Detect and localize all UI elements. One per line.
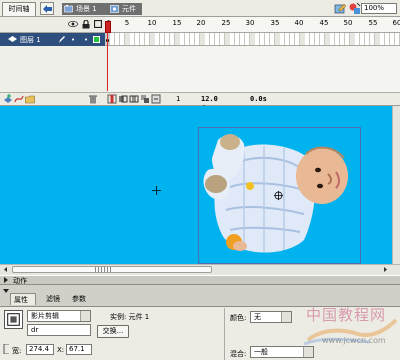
constrain-lock-icon[interactable] (3, 344, 10, 354)
expand-arrow-icon[interactable] (4, 277, 8, 283)
onion-skin-outlines-icon[interactable] (129, 94, 139, 104)
layer-row[interactable]: 图层 1 • • (0, 33, 105, 46)
ruler-tick-label: 20 (196, 19, 206, 27)
timeline-tab[interactable]: 时间轴 (2, 2, 36, 16)
ruler-tick-label: 35 (270, 19, 280, 27)
elapsed-time: 0.0s (247, 94, 269, 104)
scroll-grip (95, 267, 112, 272)
instance-name-input[interactable]: dr (27, 324, 91, 336)
ruler-tick-label: 30 (245, 19, 255, 27)
insert-folder-icon[interactable] (25, 94, 35, 104)
x-label: X: (57, 346, 65, 354)
ruler-tick-label: 40 (294, 19, 304, 27)
layer-header (0, 17, 105, 33)
back-arrow-icon (43, 5, 52, 13)
color-label: 颜色: (230, 314, 247, 322)
edit-symbol-icon[interactable] (348, 2, 361, 15)
actions-panel-title: 动作 (13, 277, 27, 285)
onion-skin-icon[interactable] (118, 94, 128, 104)
actions-panel-header[interactable] (0, 275, 400, 285)
insert-layer-icon[interactable] (3, 94, 13, 104)
pencil-icon (59, 36, 65, 43)
width-label: 宽: (12, 347, 22, 355)
ruler-tick-label: 45 (319, 19, 329, 27)
watermark-text: 中国教程网 (306, 306, 387, 324)
ruler-tick-label: 55 (368, 19, 378, 27)
x-input[interactable]: 67.1 (66, 344, 92, 355)
symbol-type-select[interactable]: 影片剪辑 (27, 310, 91, 322)
back-button[interactable] (40, 2, 54, 15)
instance-of-label: 实例: 元件 1 (110, 313, 150, 321)
chevron-down-icon (80, 311, 90, 321)
layer-list-empty (0, 46, 105, 92)
movieclip-icon (110, 5, 119, 13)
scroll-right-icon[interactable] (382, 266, 389, 273)
color-effect-select[interactable]: 无 (250, 311, 292, 323)
edit-multiple-frames-icon[interactable] (140, 94, 150, 104)
lock-dot[interactable]: • (84, 36, 88, 44)
ruler-tick-label: 15 (172, 19, 182, 27)
tab-properties[interactable]: 属性 (10, 293, 36, 305)
chevron-down-icon (281, 312, 291, 322)
watermark-url: www.jcwcn.com (322, 336, 386, 345)
vertical-scrollbar[interactable] (392, 106, 400, 264)
motion-guide-icon[interactable] (14, 94, 24, 104)
frames-empty (108, 46, 400, 92)
playhead[interactable] (105, 21, 111, 33)
symbol-type-value: 影片剪辑 (31, 312, 59, 320)
outline-color-swatch[interactable] (93, 36, 100, 43)
eye-icon[interactable] (68, 20, 78, 28)
layer-name: 图层 1 (20, 36, 41, 44)
breadcrumb-scene-label: 场景 1 (76, 5, 97, 13)
ruler-tick-label: 50 (343, 19, 353, 27)
onion-markers-icon[interactable] (151, 94, 161, 104)
width-input[interactable]: 274.4 (26, 344, 54, 355)
breadcrumb-symbol[interactable]: 元件 2 (108, 3, 142, 25)
ruler-tick-label: 25 (221, 19, 231, 27)
ruler-tick-label: 60 (392, 19, 400, 27)
tab-filters[interactable]: 滤镜 (43, 293, 67, 305)
frame-rate[interactable]: 12.0 fps (198, 94, 234, 113)
movieclip-symbol-icon (4, 310, 23, 329)
visibility-dot[interactable]: • (71, 36, 75, 44)
stage-origin-crosshair-icon (152, 186, 161, 195)
center-frame-icon[interactable] (107, 94, 117, 104)
horizontal-scroll-thumb[interactable] (12, 266, 212, 273)
lock-header-icon[interactable] (82, 20, 90, 29)
frame-ruler[interactable]: 1 5 10 15 20 25 30 35 40 45 50 55 60 (105, 17, 400, 33)
playhead-line (107, 33, 108, 91)
blend-label: 混合: (230, 350, 247, 358)
ruler-tick-label: 10 (147, 19, 157, 27)
breadcrumb-scene[interactable]: 场景 1 (62, 3, 112, 15)
blend-mode-value: 一般 (254, 348, 268, 356)
frame-cells[interactable] (105, 33, 400, 46)
layer-icon (8, 36, 17, 42)
current-frame: 1 (173, 94, 187, 104)
scroll-left-icon[interactable] (2, 266, 9, 273)
ruler-tick-label: 5 (124, 19, 130, 27)
scene-icon (64, 5, 73, 13)
edit-scene-icon[interactable] (334, 2, 347, 15)
collapse-arrow-icon[interactable] (3, 289, 9, 293)
tab-parameters[interactable]: 参数 (69, 293, 91, 305)
color-effect-value: 无 (254, 313, 261, 321)
chevron-down-icon (303, 347, 313, 357)
panel-divider (224, 308, 225, 360)
zoom-field[interactable]: 100% (361, 3, 397, 14)
registration-point-icon (274, 191, 283, 200)
delete-layer-icon[interactable] (88, 94, 98, 104)
swap-button[interactable]: 交换... (97, 325, 129, 338)
